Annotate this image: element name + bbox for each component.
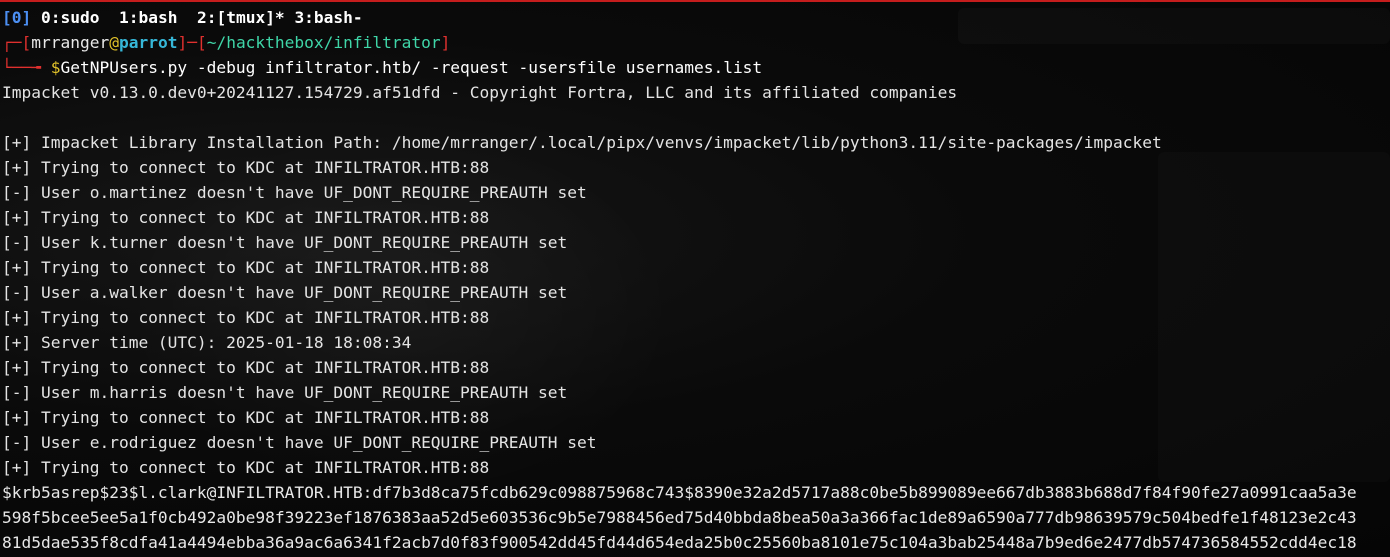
asrep-hash-line[interactable]: $krb5asrep$23$l.clark@INFILTRATOR.HTB:df…	[2, 480, 1390, 505]
output-line: [-] User m.harris doesn't have UF_DONT_R…	[2, 383, 568, 402]
terminal-window[interactable]: [0] 0:sudo 1:bash 2:[tmux]* 3:bash- ┌─[m…	[0, 0, 1390, 557]
output-line: [+] Trying to connect to KDC at INFILTRA…	[2, 408, 490, 427]
output-line: [+] Trying to connect to KDC at INFILTRA…	[2, 158, 490, 177]
output-line: [-] User k.turner doesn't have UF_DONT_R…	[2, 233, 568, 252]
tmux-window-0[interactable]: 0:sudo	[41, 8, 99, 27]
output-line: [+] Trying to connect to KDC at INFILTRA…	[2, 458, 490, 477]
prompt-user: mrranger	[31, 33, 110, 52]
output-line: [+] Impacket Library Installation Path: …	[2, 133, 1162, 152]
tmux-window-2-active[interactable]: 2:[tmux]*	[197, 8, 285, 27]
output-line: [-] User o.martinez doesn't have UF_DONT…	[2, 183, 587, 202]
tmux-window-3[interactable]: 3:bash-	[294, 8, 362, 27]
command-text[interactable]: GetNPUsers.py -debug infiltrator.htb/ -r…	[60, 58, 762, 77]
output-line: [+] Trying to connect to KDC at INFILTRA…	[2, 308, 490, 327]
tmux-session-index: [0]	[2, 8, 32, 27]
prompt-frame-bottom: └──╼	[2, 58, 51, 77]
tmux-window-1[interactable]: 1:bash	[119, 8, 177, 27]
prompt-frame-top: ┌─[	[2, 33, 32, 52]
output-line: [+] Server time (UTC): 2025-01-18 18:08:…	[2, 333, 412, 352]
output-line: Impacket v0.13.0.dev0+20241127.154729.af…	[2, 83, 958, 102]
terminal-output: [0] 0:sudo 1:bash 2:[tmux]* 3:bash- ┌─[m…	[2, 5, 1390, 555]
tmux-status-bar: [0] 0:sudo 1:bash 2:[tmux]* 3:bash-	[2, 5, 1390, 30]
asrep-hash-line[interactable]: 598f5bcee5ee5a1f0cb492a0be98f39223ef1876…	[2, 505, 1390, 530]
output-line: [+] Trying to connect to KDC at INFILTRA…	[2, 358, 490, 377]
prompt-at: @	[109, 33, 119, 52]
prompt-frame-close: ]	[440, 33, 451, 52]
output-line: [+] Trying to connect to KDC at INFILTRA…	[2, 258, 490, 277]
prompt-path: ~/hackthebox/infiltrator	[206, 33, 441, 52]
output-line: [-] User a.walker doesn't have UF_DONT_R…	[2, 283, 568, 302]
output-line: [+] Trying to connect to KDC at INFILTRA…	[2, 208, 490, 227]
prompt-separator: ]─[	[177, 33, 207, 52]
command-line[interactable]: └──╼ $GetNPUsers.py -debug infiltrator.h…	[2, 55, 1390, 80]
prompt-line: ┌─[mrranger@parrot]─[~/hackthebox/infilt…	[2, 30, 1390, 55]
prompt-host: parrot	[118, 33, 178, 52]
output-line: [-] User e.rodriguez doesn't have UF_DON…	[2, 433, 597, 452]
asrep-hash-line[interactable]: 81d5dae535f8cdfa41a4494ebba36a9ac6a6341f…	[2, 530, 1390, 555]
